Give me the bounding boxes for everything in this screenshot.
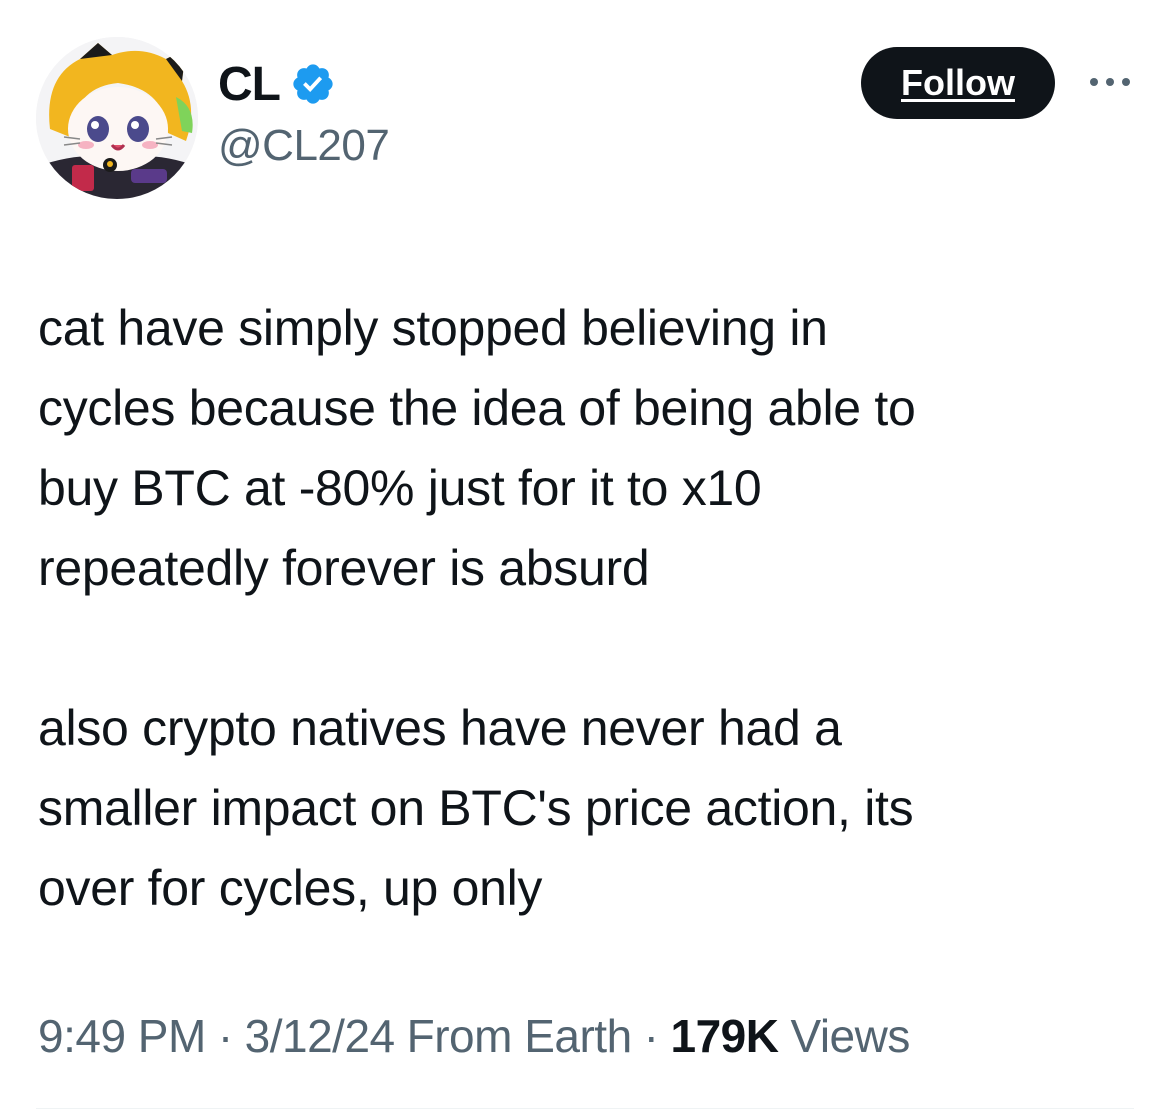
more-options-button[interactable] (1084, 66, 1136, 98)
meta-separator: · (643, 1010, 659, 1062)
tweet-card: CL @CL207 Follow cat have simply stopped… (0, 0, 1170, 1119)
tweet-meta: 9:49 PM · 3/12/24 From Earth · 179K View… (38, 1004, 910, 1068)
avatar-image (36, 37, 198, 199)
views-count[interactable]: 179K (671, 1009, 779, 1063)
author-name-row: CL (218, 54, 336, 114)
tweet-paragraph: cat have simply stopped believing in cyc… (38, 300, 916, 596)
verified-badge-icon[interactable] (290, 61, 336, 107)
divider (36, 1108, 1134, 1109)
tweet-paragraph: also crypto natives have never had a sma… (38, 700, 914, 916)
tweet-location: From Earth (406, 1010, 633, 1062)
follow-button[interactable]: Follow (861, 47, 1055, 119)
tweet-date[interactable]: 3/12/24 (245, 1009, 395, 1063)
tweet-text: cat have simply stopped believing in cyc… (38, 288, 1138, 928)
avatar[interactable] (36, 37, 198, 199)
author-display-name[interactable]: CL (218, 57, 281, 112)
author-handle[interactable]: @CL207 (218, 121, 390, 171)
views-label: Views (790, 1010, 910, 1062)
more-horizontal-icon (1090, 78, 1130, 86)
tweet-time[interactable]: 9:49 PM (38, 1009, 206, 1063)
meta-separator: · (217, 1010, 233, 1062)
